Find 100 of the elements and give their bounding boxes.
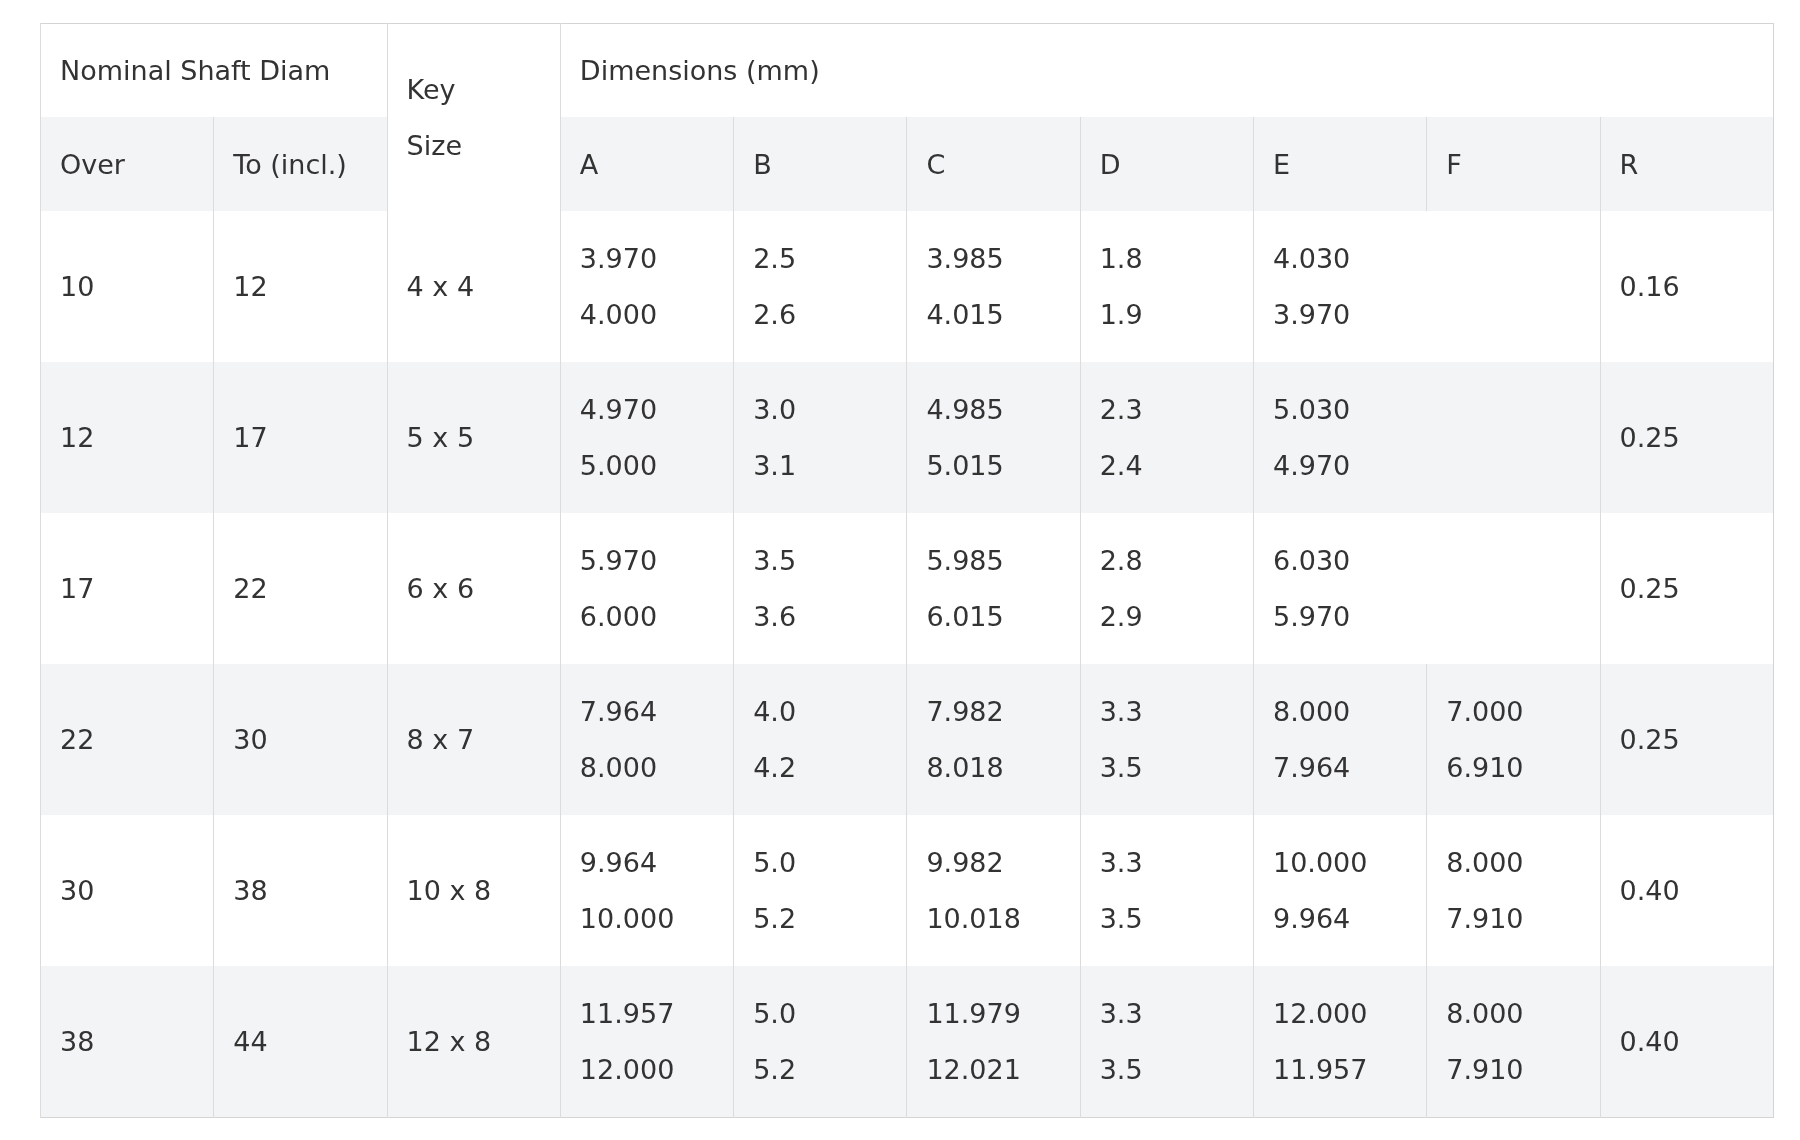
column-header: F xyxy=(1446,148,1462,180)
table-cell: 6.015 xyxy=(926,600,1004,632)
table-cell: 12.021 xyxy=(926,1053,1021,1085)
table-cell: 1.8 xyxy=(1099,242,1143,274)
table-cell: 0.40 xyxy=(1619,875,1680,906)
table-cell: 11.957 xyxy=(579,997,675,1029)
table-cell: 5.015 xyxy=(926,449,1004,481)
table-cell: 3.5 xyxy=(1099,902,1143,934)
table-cell: 5.985 xyxy=(926,544,1004,576)
table-cell: 7.910 xyxy=(1446,1053,1524,1085)
table-cell: 8.000 xyxy=(1446,846,1524,878)
table-cell: 10.000 xyxy=(1272,846,1368,878)
table-cell: 5.000 xyxy=(579,449,658,481)
table-cell: 3.1 xyxy=(753,449,797,481)
table-cell: 4.000 xyxy=(579,298,658,330)
table-cell: 4.985 xyxy=(926,393,1004,425)
table-cell: 5 x 5 xyxy=(406,422,475,453)
table-cell: 0.25 xyxy=(1619,724,1680,755)
table-cell: 4.2 xyxy=(753,751,797,783)
table-cell: 10.000 xyxy=(579,902,675,934)
table-cell: 7.964 xyxy=(579,695,658,727)
table-cell: 3.0 xyxy=(753,393,797,425)
table-cell: 38 xyxy=(233,875,268,906)
table-cell: 8.000 xyxy=(1272,695,1351,727)
table-cell: 10 x 8 xyxy=(406,875,492,906)
table-cell: 0.40 xyxy=(1619,1026,1680,1057)
table-cell: 5.030 xyxy=(1272,393,1351,425)
column-header: B xyxy=(753,148,772,180)
table-cell: 2.6 xyxy=(753,298,797,330)
table-cell: 4 x 4 xyxy=(406,271,475,302)
table-cell: 7.964 xyxy=(1272,751,1351,783)
table-cell: 6 x 6 xyxy=(406,573,475,604)
table-cell: 8.018 xyxy=(926,751,1004,783)
table-cell: 44 xyxy=(233,1026,268,1057)
table-cell: 2.8 xyxy=(1099,544,1143,576)
table-cell: 11.957 xyxy=(1272,1053,1368,1085)
table-cell: 30 xyxy=(60,875,95,906)
table-cell: 5.2 xyxy=(753,1053,797,1085)
column-header: Key Size xyxy=(406,72,462,163)
table-cell: 12 xyxy=(233,271,268,302)
table-cell: 17 xyxy=(60,573,95,604)
table-cell: 3.3 xyxy=(1099,846,1143,878)
column-header: Over xyxy=(60,148,125,180)
table-cell: 3.5 xyxy=(753,544,797,576)
column-header: To (incl.) xyxy=(233,148,347,180)
table-cell: 2.3 xyxy=(1099,393,1143,425)
table-cell: 11.979 xyxy=(926,997,1021,1029)
table-cell: 3.970 xyxy=(1272,298,1351,330)
table-cell: 9.964 xyxy=(579,846,658,878)
table-cell: 30 xyxy=(233,724,268,755)
table-cell: 5.0 xyxy=(753,846,797,878)
table-cell: 3.5 xyxy=(1099,1053,1143,1085)
table-cell: 8.000 xyxy=(1446,997,1524,1029)
table-cell: 7.982 xyxy=(926,695,1004,727)
column-header: A xyxy=(579,148,599,180)
table-cell: 17 xyxy=(233,422,268,453)
table-cell: 5.970 xyxy=(579,544,658,576)
table-cell: 5.0 xyxy=(753,997,797,1029)
table-cell: 8 x 7 xyxy=(406,724,475,755)
table-cell: 0.25 xyxy=(1619,573,1680,604)
table-cell: 6.030 xyxy=(1272,544,1351,576)
column-header: Nominal Shaft Diam xyxy=(60,55,331,86)
table-cell: 4.970 xyxy=(1272,449,1351,481)
column-header: E xyxy=(1272,148,1291,180)
table-cell: 6.910 xyxy=(1446,751,1524,783)
table-cell: 4.015 xyxy=(926,298,1004,330)
table-cell: 3.3 xyxy=(1099,997,1143,1029)
column-header: R xyxy=(1619,148,1639,180)
table-cell: 5.970 xyxy=(1272,600,1351,632)
table-cell: 7.000 xyxy=(1446,695,1524,727)
table-cell: 12 x 8 xyxy=(406,1026,492,1057)
table-cell: 2.9 xyxy=(1099,600,1143,632)
table-cell: 5.2 xyxy=(753,902,797,934)
table-cell: 22 xyxy=(233,573,268,604)
table-cell: 8.000 xyxy=(579,751,658,783)
table-cell: 10 xyxy=(60,271,95,302)
table-cell: 4.0 xyxy=(753,695,797,727)
table-cell: 22 xyxy=(60,724,95,755)
table-cell: 2.5 xyxy=(753,242,797,274)
table-cell: 12 xyxy=(60,422,95,453)
table-cell: 9.982 xyxy=(926,846,1004,878)
column-header: Dimensions (mm) xyxy=(579,55,820,86)
table-cell: 6.000 xyxy=(579,600,658,632)
table-cell: 12.000 xyxy=(579,1053,675,1085)
table-cell: 9.964 xyxy=(1272,902,1351,934)
table-cell: 12.000 xyxy=(1272,997,1368,1029)
column-header: D xyxy=(1099,148,1121,180)
table-cell: 3.970 xyxy=(579,242,658,274)
column-header: C xyxy=(926,148,946,180)
table-cell: 7.910 xyxy=(1446,902,1524,934)
table-cell: 0.16 xyxy=(1619,271,1680,302)
table-cell: 4.030 xyxy=(1272,242,1351,274)
table-cell: 38 xyxy=(60,1026,95,1057)
table-cell: 3.6 xyxy=(753,600,797,632)
table-cell: 3.985 xyxy=(926,242,1004,274)
table-cell: 2.4 xyxy=(1099,449,1143,481)
table-cell: 3.3 xyxy=(1099,695,1143,727)
table-cell: 0.25 xyxy=(1619,422,1680,453)
table-cell: 1.9 xyxy=(1099,298,1143,330)
table-cell: 4.970 xyxy=(579,393,658,425)
